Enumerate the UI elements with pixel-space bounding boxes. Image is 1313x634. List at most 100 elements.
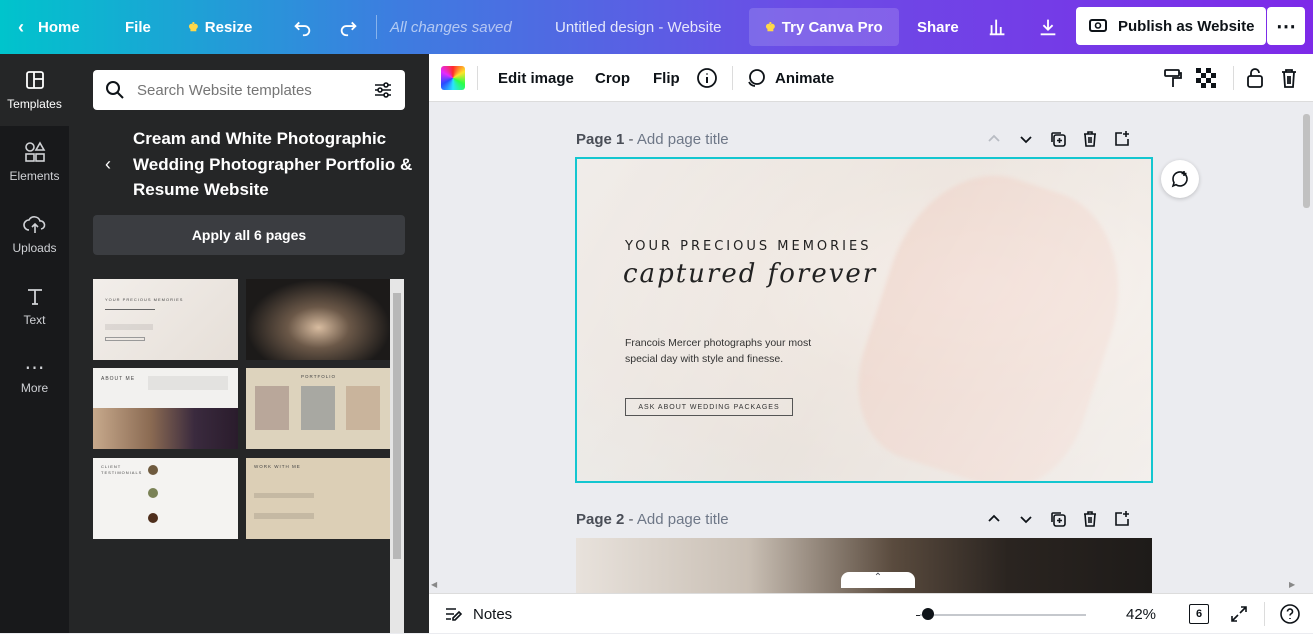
template-page-thumbnail[interactable]: YOUR PRECIOUS MEMORIES	[93, 279, 238, 360]
crop-button[interactable]: Crop	[595, 54, 630, 102]
duplicate-page-icon[interactable]	[1049, 510, 1067, 528]
add-page-title[interactable]: Add page title	[637, 511, 729, 528]
home-label: Home	[38, 18, 80, 36]
page-label-separator: -	[624, 511, 637, 528]
template-page-thumbnail[interactable]: ABOUT ME	[93, 368, 238, 449]
design-blurb[interactable]: Francois Mercer photographs your most sp…	[625, 335, 835, 367]
save-status: All changes saved	[390, 18, 512, 36]
try-pro-button[interactable]: ♚ Try Canva Pro	[749, 8, 899, 46]
thumb-line	[148, 376, 228, 390]
notes-label: Notes	[473, 605, 513, 623]
more-options-icon[interactable]: ⋯	[1267, 7, 1305, 45]
resize-label: Resize	[204, 18, 253, 36]
chevron-down-icon[interactable]	[1017, 130, 1035, 148]
chevron-down-icon[interactable]	[1017, 510, 1035, 528]
design-headline[interactable]: YOUR PRECIOUS MEMORIES	[625, 239, 871, 254]
templates-panel: ‹ Cream and White Photographic Wedding P…	[69, 54, 429, 633]
duplicate-page-icon[interactable]	[1049, 130, 1067, 148]
template-page-thumbnail[interactable]: CLIENT TESTIMONIALS	[93, 458, 238, 539]
chevron-up-icon[interactable]	[985, 130, 1003, 148]
file-menu[interactable]: File	[125, 0, 151, 54]
page-count-button[interactable]: 6	[1189, 594, 1209, 634]
help-icon[interactable]	[1279, 594, 1301, 634]
crown-icon: ♚	[188, 20, 199, 34]
share-button[interactable]: Share	[917, 0, 959, 54]
home-button[interactable]: ‹ Home	[18, 0, 80, 54]
scroll-left-icon[interactable]: ◀	[431, 580, 437, 589]
canvas-scrollbar-thumb[interactable]	[1303, 114, 1310, 208]
resize-button[interactable]: ♚ Resize	[188, 0, 252, 54]
monitor-icon	[1088, 18, 1108, 34]
page-2-label[interactable]: Page 2 - Add page title	[576, 511, 729, 528]
page-number: Page 1	[576, 131, 625, 148]
thumb-photo	[93, 408, 238, 449]
rail-item-templates[interactable]: Templates	[0, 54, 69, 126]
download-icon[interactable]	[1037, 0, 1059, 54]
zoom-slider[interactable]	[920, 614, 1086, 616]
add-comment-icon[interactable]	[1161, 160, 1199, 198]
apply-all-pages-button[interactable]: Apply all 6 pages	[93, 215, 405, 255]
canvas-vertical-scrollbar[interactable]	[1299, 102, 1313, 578]
trash-icon[interactable]	[1279, 54, 1299, 102]
insights-icon[interactable]	[987, 0, 1009, 54]
rail-item-text[interactable]: Text	[0, 270, 69, 342]
flip-button[interactable]: Flip	[653, 54, 680, 102]
page-1-tools	[985, 130, 1131, 148]
search-bar	[93, 70, 405, 110]
thumb-line	[105, 309, 155, 310]
scroll-right-icon[interactable]: ▶	[1289, 580, 1295, 589]
publish-website-button[interactable]: Publish as Website	[1076, 7, 1267, 45]
rail-label: Templates	[7, 97, 62, 111]
delete-page-icon[interactable]	[1081, 510, 1099, 528]
animate-button[interactable]: Animate	[745, 54, 834, 102]
page-1-label[interactable]: Page 1 - Add page title	[576, 131, 729, 148]
rail-item-elements[interactable]: Elements	[0, 126, 69, 198]
thumb-photo	[346, 386, 380, 430]
rail-item-more[interactable]: ⋯ More	[0, 342, 69, 414]
color-swatch[interactable]	[441, 54, 465, 102]
template-page-thumbnail[interactable]	[246, 279, 391, 360]
paint-roller-icon[interactable]	[1162, 54, 1184, 102]
thumb-avatar	[148, 465, 158, 475]
thumb-text: ABOUT ME	[101, 376, 136, 382]
undo-icon[interactable]	[291, 0, 313, 54]
redo-icon[interactable]	[338, 0, 360, 54]
zoom-slider-handle[interactable]	[922, 608, 934, 620]
filter-icon[interactable]	[373, 80, 393, 100]
chevron-up-icon[interactable]	[985, 510, 1003, 528]
publish-label: Publish as Website	[1118, 17, 1255, 35]
panel-scrollbar[interactable]	[390, 279, 404, 633]
edit-image-button[interactable]: Edit image	[498, 54, 574, 102]
thumb-photo	[255, 386, 289, 430]
rail-label: Text	[23, 313, 46, 327]
document-title[interactable]: Untitled design - Website	[555, 0, 721, 54]
delete-page-icon[interactable]	[1081, 130, 1099, 148]
design-cta-button[interactable]: ASK ABOUT WEDDING PACKAGES	[625, 398, 793, 416]
panel-scrollbar-thumb[interactable]	[393, 293, 401, 559]
chevron-left-icon: ‹	[18, 16, 24, 37]
divider	[1233, 66, 1234, 90]
design-script-text[interactable]: captured forever	[623, 259, 877, 289]
rail-item-uploads[interactable]: Uploads	[0, 198, 69, 270]
thumb-text: PORTFOLIO	[301, 374, 336, 379]
thumb-text: WORK WITH ME	[254, 464, 301, 469]
canvas-horizontal-scrollbar[interactable]: ◀ ▶ ⌃	[429, 572, 1313, 593]
rainbow-icon	[441, 66, 465, 90]
zoom-level[interactable]: 42%	[1126, 594, 1156, 634]
add-page-icon[interactable]	[1113, 130, 1131, 148]
unlock-icon[interactable]	[1245, 54, 1265, 102]
thumb-photo	[301, 386, 335, 430]
transparency-icon[interactable]	[1196, 54, 1216, 102]
back-chevron-icon[interactable]: ‹	[105, 154, 111, 175]
show-pages-chevron-icon[interactable]: ⌃	[841, 572, 915, 588]
info-icon[interactable]	[696, 54, 718, 102]
fullscreen-icon[interactable]	[1229, 594, 1249, 634]
design-page-1[interactable]: YOUR PRECIOUS MEMORIES captured forever …	[575, 157, 1153, 483]
search-input[interactable]	[137, 81, 361, 99]
template-page-thumbnail[interactable]: WORK WITH ME	[246, 458, 391, 539]
template-page-thumbnail[interactable]: PORTFOLIO	[246, 368, 391, 449]
add-page-title[interactable]: Add page title	[637, 131, 729, 148]
notes-button[interactable]: Notes	[443, 594, 512, 634]
thumb-line	[105, 324, 153, 330]
add-page-icon[interactable]	[1113, 510, 1131, 528]
